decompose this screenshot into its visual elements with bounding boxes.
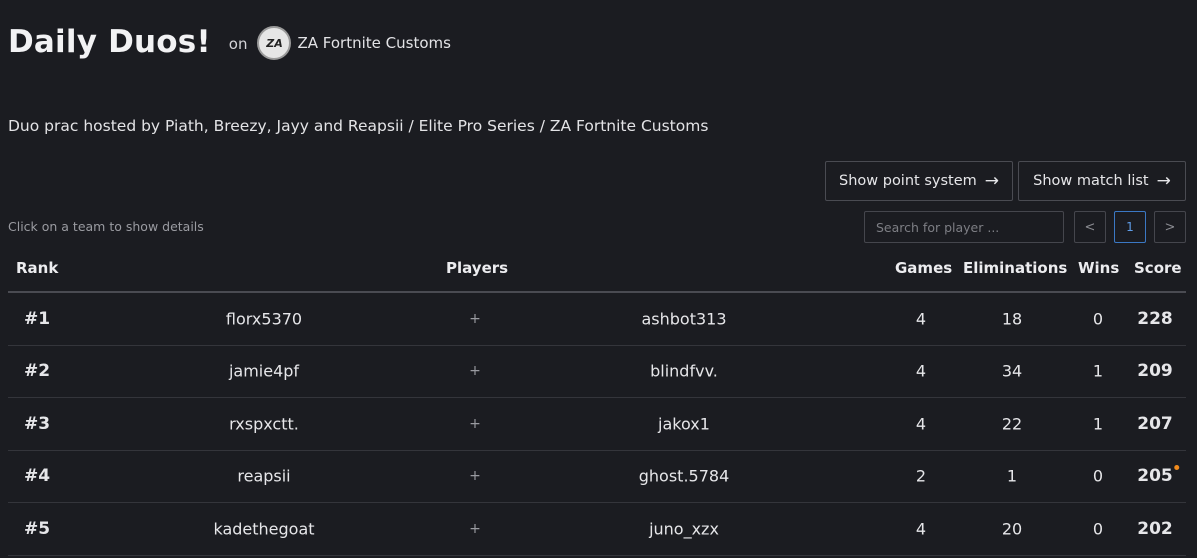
arrow-right-icon: → — [1156, 170, 1171, 191]
show-match-list-button[interactable]: Show match list → — [1018, 161, 1186, 201]
wins-cell: 0 — [1092, 309, 1104, 329]
table-row[interactable]: #4 reapsii + ghost.5784 2 1 0 205 — [8, 451, 1186, 503]
table-row[interactable]: #1 florx5370 + ashbot313 4 18 0 228 — [8, 293, 1186, 346]
plus-icon: + — [469, 520, 481, 537]
org-name-link[interactable]: ZA Fortnite Customs — [297, 34, 450, 52]
rank-cell: #5 — [24, 518, 51, 539]
standings-table: Rank Players Games Eliminations Wins Sco… — [8, 249, 1186, 556]
wins-cell: 0 — [1092, 466, 1104, 486]
table-header: Rank Players Games Eliminations Wins Sco… — [8, 249, 1186, 293]
player1-cell: reapsii — [237, 466, 291, 486]
show-point-system-button[interactable]: Show point system → — [825, 161, 1013, 201]
pagination-prev-button[interactable]: < — [1074, 211, 1106, 243]
org-logo-icon[interactable]: ZA — [257, 26, 292, 60]
score-cell: 202 — [1137, 518, 1173, 539]
player2-cell: jakox1 — [658, 414, 710, 434]
score-value: 205 — [1137, 466, 1173, 487]
rank-cell: #1 — [24, 308, 51, 329]
games-cell: 4 — [915, 309, 927, 329]
player2-cell: blindfvv. — [650, 361, 718, 381]
rank-cell: #3 — [24, 413, 51, 434]
show-match-list-label: Show match list — [1033, 173, 1149, 189]
eliminations-cell: 22 — [1001, 414, 1023, 434]
tournament-description: Duo prac hosted by Piath, Breezy, Jayy a… — [8, 117, 709, 135]
plus-icon: + — [469, 363, 481, 380]
wins-cell: 1 — [1092, 414, 1104, 434]
header-rank[interactable]: Rank — [16, 259, 58, 277]
org-logo-text: ZA — [266, 36, 283, 50]
games-cell: 4 — [915, 361, 927, 381]
header-players: Players — [446, 259, 509, 277]
header-score[interactable]: Score — [1134, 259, 1182, 277]
player-search-input[interactable] — [864, 211, 1064, 243]
pagination-page-1[interactable]: 1 — [1114, 211, 1146, 243]
player2-cell: ghost.5784 — [638, 466, 730, 486]
player1-cell: jamie4pf — [228, 361, 300, 381]
player2-cell: juno_xzx — [649, 519, 719, 539]
table-row[interactable]: #2 jamie4pf + blindfvv. 4 34 1 209 — [8, 346, 1186, 398]
show-point-system-label: Show point system — [839, 173, 977, 189]
page-header: Daily Duos! on ZA ZA Fortnite Customs — [8, 20, 451, 64]
leaderboard-page: Daily Duos! on ZA ZA Fortnite Customs Du… — [0, 0, 1197, 558]
click-team-hint: Click on a team to show details — [8, 219, 204, 234]
plus-icon: + — [469, 468, 481, 485]
status-dot-icon — [1173, 465, 1179, 471]
header-wins[interactable]: Wins — [1078, 259, 1119, 277]
score-cell: 209 — [1137, 361, 1173, 382]
eliminations-cell: 18 — [1001, 309, 1023, 329]
games-cell: 4 — [915, 414, 927, 434]
player1-cell: kadethegoat — [213, 519, 315, 539]
header-games[interactable]: Games — [895, 259, 952, 277]
plus-icon: + — [469, 415, 481, 432]
rank-cell: #4 — [24, 466, 51, 487]
eliminations-cell: 20 — [1001, 519, 1023, 539]
plus-icon: + — [469, 310, 481, 327]
on-label: on — [228, 35, 248, 53]
chevron-left-icon: < — [1084, 219, 1096, 235]
games-cell: 4 — [915, 519, 927, 539]
eliminations-cell: 34 — [1001, 361, 1023, 381]
wins-cell: 1 — [1092, 361, 1104, 381]
player1-cell: florx5370 — [225, 309, 303, 329]
table-row[interactable]: #3 rxspxctt. + jakox1 4 22 1 207 — [8, 398, 1186, 451]
table-row[interactable]: #5 kadethegoat + juno_xzx 4 20 0 202 — [8, 503, 1186, 556]
pagination-next-button[interactable]: > — [1154, 211, 1186, 243]
player1-cell: rxspxctt. — [229, 414, 299, 434]
header-eliminations[interactable]: Eliminations — [963, 259, 1067, 277]
eliminations-cell: 1 — [1006, 466, 1018, 486]
score-cell: 205 — [1137, 465, 1179, 487]
wins-cell: 0 — [1092, 519, 1104, 539]
rank-cell: #2 — [24, 361, 51, 382]
score-cell: 207 — [1137, 413, 1173, 434]
score-cell: 228 — [1137, 308, 1173, 329]
games-cell: 2 — [915, 466, 927, 486]
arrow-right-icon: → — [984, 170, 999, 191]
player2-cell: ashbot313 — [641, 309, 727, 329]
page-title: Daily Duos! — [8, 24, 211, 60]
chevron-right-icon: > — [1164, 219, 1176, 235]
